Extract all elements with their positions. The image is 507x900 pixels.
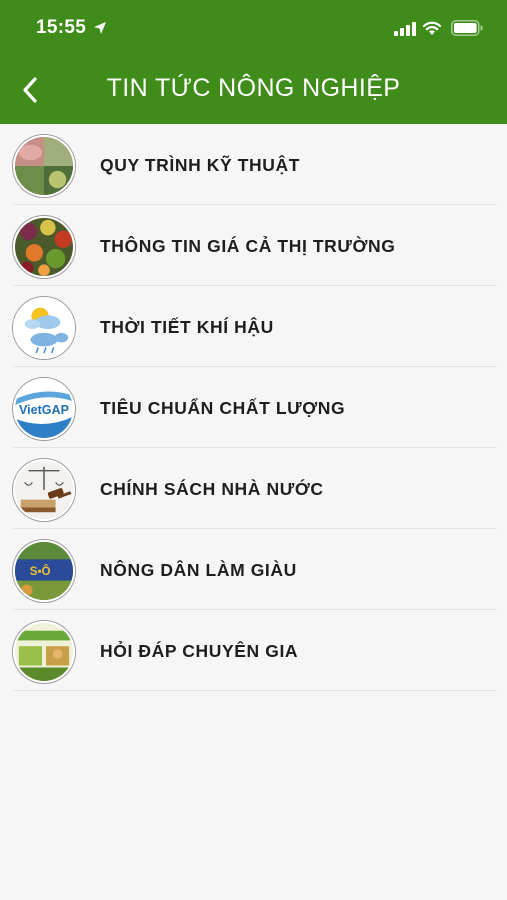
page-title: TIN TỨC NÔNG NGHIỆP [106, 74, 401, 102]
list-item-weather-climate[interactable]: THỜI TIẾT KHÍ HẬU [0, 286, 507, 367]
list-item-label: CHÍNH SÁCH NHÀ NƯỚC [100, 479, 324, 499]
list-item-label: QUY TRÌNH KỸ THUẬT [100, 155, 301, 175]
svg-text:S•Ô: S•Ô [30, 565, 51, 578]
weather-thumbnail [13, 297, 75, 359]
app-header: 15:55 TIN TỨC NÔNG NGHIỆP [0, 0, 507, 124]
location-arrow-icon [94, 22, 106, 34]
rich-farmer-thumbnail: S•Ô [13, 540, 75, 602]
list-item-label: HỎI ĐÁP CHUYÊN GIA [100, 641, 299, 661]
list-item-technical-process[interactable]: QUY TRÌNH KỸ THUẬT [0, 124, 507, 205]
battery-icon [451, 20, 483, 36]
vegetables-market-thumbnail [13, 216, 75, 278]
vietgap-logo-text: VietGAP [19, 403, 69, 417]
nav-bar: TIN TỨC NÔNG NGHIỆP [0, 58, 507, 124]
list-item-state-policy[interactable]: CHÍNH SÁCH NHÀ NƯỚC [0, 448, 507, 529]
farm-process-thumbnail [13, 135, 75, 197]
vietgap-logo-thumbnail: VietGAP [13, 378, 75, 440]
list-item-label: THÔNG TIN GIÁ CẢ THỊ TRƯỜNG [100, 236, 396, 256]
back-button[interactable] [10, 68, 50, 112]
expert-qa-thumbnail [13, 621, 75, 683]
status-bar: 15:55 [0, 0, 507, 58]
chevron-left-icon [23, 77, 37, 103]
list-item-quality-standards[interactable]: VietGAP TIÊU CHUẨN CHẤT LƯỢNG [0, 367, 507, 448]
law-gavel-thumbnail [13, 459, 75, 521]
category-list: QUY TRÌNH KỸ THUẬT THÔNG TIN GIÁ CẢ THỊ … [0, 124, 507, 691]
list-item-expert-qa[interactable]: HỎI ĐÁP CHUYÊN GIA [0, 610, 507, 691]
list-item-label: TIÊU CHUẨN CHẤT LƯỢNG [100, 398, 346, 418]
list-item-label: NÔNG DÂN LÀM GIÀU [100, 560, 297, 580]
signal-icon [394, 22, 416, 36]
list-item-market-prices[interactable]: THÔNG TIN GIÁ CẢ THỊ TRƯỜNG [0, 205, 507, 286]
status-time: 15:55 [36, 17, 87, 38]
list-item-label: THỜI TIẾT KHÍ HẬU [100, 317, 274, 337]
wifi-icon [422, 21, 442, 35]
list-item-farmer-wealth[interactable]: S•Ô NÔNG DÂN LÀM GIÀU [0, 529, 507, 610]
